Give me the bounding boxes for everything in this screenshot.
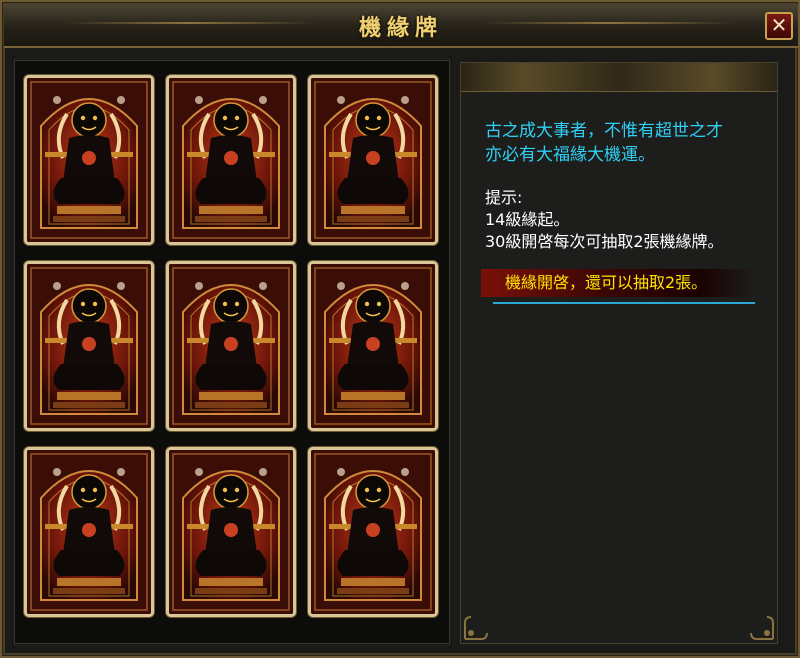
hint-line-1: 14級緣起。 xyxy=(485,210,570,229)
fate-card-8[interactable] xyxy=(166,447,296,617)
deity-card-art-icon xyxy=(27,78,151,242)
hint-text: 提示: 14級緣起。 30級開啓每次可抽取2張機緣牌。 xyxy=(485,187,775,253)
deity-card-art-icon xyxy=(27,264,151,428)
info-panel: 古之成大事者，不惟有超世之才 亦必有大福緣大機運。 提示: 14級緣起。 30級… xyxy=(460,62,778,644)
title-bar: 機緣牌 ✕ xyxy=(4,4,798,48)
intro-text: 古之成大事者，不惟有超世之才 亦必有大福緣大機運。 xyxy=(485,119,775,167)
fate-card-4[interactable] xyxy=(24,261,154,431)
deity-card-art-icon xyxy=(169,78,293,242)
card-grid xyxy=(14,60,450,644)
deity-card-art-icon xyxy=(311,264,435,428)
hint-title: 提示: xyxy=(485,188,523,207)
hint-line-2: 30級開啓每次可抽取2張機緣牌。 xyxy=(485,232,724,251)
fate-card-5[interactable] xyxy=(166,261,296,431)
close-button[interactable]: ✕ xyxy=(765,12,793,40)
fate-card-1[interactable] xyxy=(24,75,154,245)
fate-card-2[interactable] xyxy=(166,75,296,245)
window-title: 機緣牌 xyxy=(358,16,443,41)
corner-ornament-icon xyxy=(750,616,774,640)
status-underline xyxy=(493,302,755,304)
deity-card-art-icon xyxy=(27,450,151,614)
panel-header-ornament xyxy=(461,63,777,92)
corner-ornament-icon xyxy=(464,616,488,640)
fate-card-window: 機緣牌 ✕ 古之成大事者，不惟有超世之才 亦必有大福緣大機運。 提示: 14級緣… xyxy=(0,0,800,658)
intro-line-2: 亦必有大福緣大機運。 xyxy=(485,145,655,165)
fate-card-6[interactable] xyxy=(308,261,438,431)
fate-card-3[interactable] xyxy=(308,75,438,245)
draw-status: 機緣開啓，還可以抽取2張。 xyxy=(505,273,708,292)
close-icon: ✕ xyxy=(770,13,788,37)
deity-card-art-icon xyxy=(169,264,293,428)
deity-card-art-icon xyxy=(311,78,435,242)
deity-card-art-icon xyxy=(169,450,293,614)
intro-line-1: 古之成大事者，不惟有超世之才 xyxy=(485,121,723,141)
deity-card-art-icon xyxy=(311,450,435,614)
fate-card-7[interactable] xyxy=(24,447,154,617)
fate-card-9[interactable] xyxy=(308,447,438,617)
